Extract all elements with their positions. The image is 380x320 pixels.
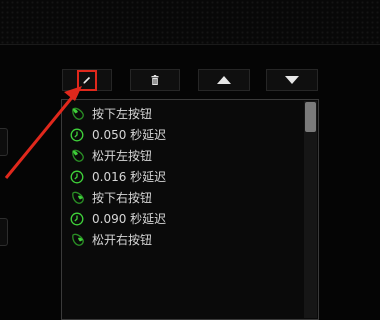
annotation-arrow xyxy=(4,86,82,179)
